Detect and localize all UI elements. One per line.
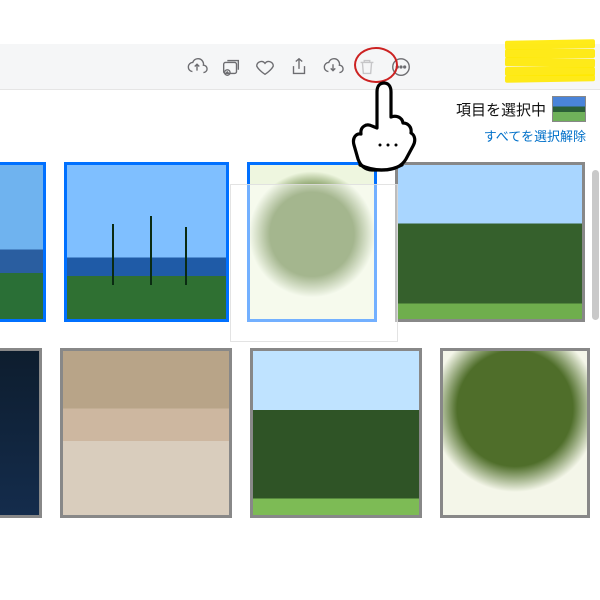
photo-item[interactable] [440, 348, 590, 518]
photo-item[interactable] [0, 348, 42, 518]
photo-item[interactable] [395, 162, 585, 322]
trash-icon[interactable] [350, 50, 384, 84]
cloud-upload-icon[interactable] [180, 50, 214, 84]
selection-status-text: 項目を選択中 [456, 99, 546, 120]
photo-item[interactable] [60, 348, 232, 518]
scrollbar-thumb[interactable] [592, 170, 599, 320]
photo-item[interactable] [247, 162, 377, 322]
grid-row [6, 162, 594, 322]
selection-banner: 項目を選択中 すべてを選択解除 [0, 90, 600, 160]
favorite-heart-icon[interactable] [248, 50, 282, 84]
grid-row [6, 348, 594, 518]
photo-grid [0, 162, 600, 600]
selection-thumbnail [552, 96, 586, 122]
more-ellipsis-icon[interactable] [384, 50, 418, 84]
cloud-download-icon[interactable] [316, 50, 350, 84]
vertical-scrollbar[interactable] [590, 162, 599, 600]
photo-item[interactable] [250, 348, 422, 518]
toolbar [0, 44, 600, 90]
photo-item[interactable] [64, 162, 229, 322]
photo-item[interactable] [0, 162, 46, 322]
share-icon[interactable] [282, 50, 316, 84]
add-to-icon[interactable] [214, 50, 248, 84]
deselect-all-link[interactable]: すべてを選択解除 [484, 126, 586, 145]
